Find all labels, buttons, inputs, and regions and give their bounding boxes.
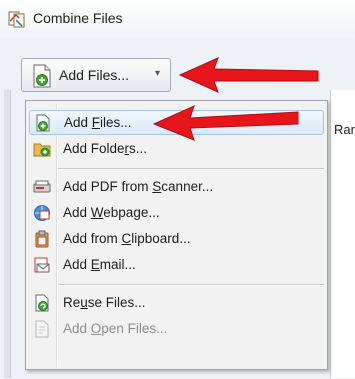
combine-files-window: Combine Files Ran Add Files... ▾ Add Fil… [0,0,355,379]
column-header-partial: Ran [334,122,355,137]
add-folder-icon [33,143,51,157]
reuse-files-icon [35,294,49,312]
menu-item-add-open-files: Add Open Files... [29,317,324,342]
title-bar: Combine Files [0,0,355,39]
webpage-icon [34,205,50,221]
menu-item-add-email[interactable]: Add Email... [29,253,324,278]
menu-item-add-pdf-from-scanner[interactable]: Add PDF from Scanner... [29,175,324,200]
window-title: Combine Files [33,10,123,26]
menu-item-label: Add Email... [63,257,136,272]
add-files-icon [36,114,50,132]
menu-item-label: Reuse Files... [63,295,146,310]
add-files-button-label: Add Files... [59,67,130,83]
open-files-icon [35,320,49,338]
add-files-icon [33,64,51,88]
file-list-pane: Ran [330,90,355,378]
menu-item-label: Add Open Files... [63,321,168,336]
add-files-dropdown-button[interactable]: Add Files... ▾ [21,58,171,92]
red-arrow-pointer-icon [178,57,319,93]
menu-separator [58,284,324,286]
chevron-down-icon: ▾ [155,68,161,79]
menu-item-label: Add from Clipboard... [63,231,191,246]
menu-item-reuse-files[interactable]: Reuse Files... [29,291,324,316]
left-panel-edge [4,90,11,378]
combine-files-app-icon [8,11,25,28]
menu-item-label: Add PDF from Scanner... [63,179,214,194]
clipboard-icon [35,230,49,248]
menu-separator [58,168,324,170]
menu-item-add-from-clipboard[interactable]: Add from Clipboard... [29,227,324,252]
scanner-icon [33,180,51,193]
menu-item-label: Add Folders... [63,141,148,156]
menu-item-label: Add Webpage... [63,205,160,220]
red-arrow-pointer-icon [152,105,299,141]
email-icon [34,257,50,273]
menu-item-label: Add Files... [64,115,132,130]
menu-item-add-webpage[interactable]: Add Webpage... [29,201,324,226]
